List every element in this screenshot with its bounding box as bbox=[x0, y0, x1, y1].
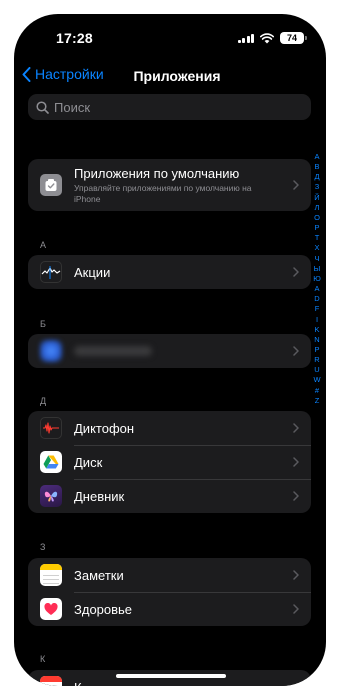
search-input[interactable] bbox=[54, 99, 294, 115]
calendar-icon bbox=[40, 676, 62, 686]
page-title: Приложения bbox=[133, 68, 221, 84]
index-letter[interactable]: P bbox=[314, 345, 319, 355]
status-bar: 17:28 74 bbox=[14, 14, 326, 58]
section-header-z: З bbox=[40, 542, 46, 552]
section-z-group: Заметки Здоровье bbox=[28, 558, 311, 626]
default-apps-group: Приложения по умолчанию Управляйте прило… bbox=[28, 159, 311, 211]
chevron-right-icon bbox=[293, 570, 299, 580]
stocks-icon bbox=[40, 261, 62, 283]
app-row-google-drive[interactable]: Диск bbox=[28, 445, 311, 479]
section-b-group bbox=[28, 334, 311, 368]
index-letter[interactable]: I bbox=[316, 315, 318, 325]
index-letter[interactable]: W bbox=[313, 375, 320, 385]
phone-screen: 17:28 74 Настройки Приложения Поиск Прил… bbox=[14, 14, 326, 686]
google-drive-icon bbox=[40, 451, 62, 473]
section-header-k: К bbox=[40, 654, 46, 664]
app-row-blurred[interactable] bbox=[28, 334, 311, 368]
index-letter[interactable]: З bbox=[315, 182, 320, 192]
voice-memos-icon bbox=[40, 417, 62, 439]
index-letter[interactable]: N bbox=[314, 335, 319, 345]
default-apps-row[interactable]: Приложения по умолчанию Управляйте прило… bbox=[28, 159, 311, 211]
section-a-group: Акции bbox=[28, 255, 311, 289]
status-icons: 74 bbox=[237, 32, 307, 44]
app-row-health[interactable]: Здоровье bbox=[28, 592, 311, 626]
app-row-voice-memos[interactable]: Диктофон bbox=[28, 411, 311, 445]
app-label: Акции bbox=[74, 264, 111, 280]
index-letter[interactable]: О bbox=[314, 213, 320, 223]
app-label: Дневник bbox=[74, 488, 125, 504]
index-letter[interactable]: А bbox=[314, 152, 319, 162]
section-k-group: К bbox=[28, 670, 311, 686]
app-row-notes[interactable]: Заметки bbox=[28, 558, 311, 592]
chevron-right-icon bbox=[293, 491, 299, 501]
default-apps-subtitle: Управляйте приложениями по умолчанию на … bbox=[74, 182, 252, 204]
chevron-right-icon bbox=[293, 423, 299, 433]
index-letter[interactable]: F bbox=[315, 304, 320, 314]
index-letter[interactable]: Л bbox=[315, 203, 320, 213]
search-field[interactable] bbox=[28, 94, 311, 120]
index-letter[interactable]: Ч bbox=[315, 254, 320, 264]
blurred-app-label bbox=[74, 346, 152, 356]
search-icon bbox=[36, 100, 49, 114]
section-header-a: А bbox=[40, 240, 47, 250]
index-letter[interactable]: Ы bbox=[314, 264, 321, 274]
default-apps-icon bbox=[40, 174, 62, 196]
index-letter[interactable]: Д bbox=[314, 172, 319, 182]
wifi-icon bbox=[260, 32, 274, 43]
journal-icon bbox=[40, 485, 62, 507]
app-row-stocks[interactable]: Акции bbox=[28, 255, 311, 289]
blurred-app-icon bbox=[40, 340, 62, 362]
index-letter[interactable]: Р bbox=[314, 223, 319, 233]
status-time: 17:28 bbox=[56, 30, 93, 46]
index-letter[interactable]: R bbox=[314, 355, 319, 365]
index-letter[interactable]: Й bbox=[314, 193, 319, 203]
index-letter[interactable]: Т bbox=[315, 233, 320, 243]
app-label: Диск bbox=[74, 454, 103, 470]
navigation-bar: Настройки Приложения bbox=[14, 66, 326, 90]
index-letter[interactable]: Z bbox=[315, 396, 320, 406]
index-letter[interactable]: U bbox=[314, 365, 319, 375]
home-indicator[interactable] bbox=[116, 674, 226, 678]
section-header-d: Д bbox=[40, 396, 47, 406]
section-header-b: Б bbox=[40, 319, 46, 329]
default-apps-title: Приложения по умолчанию bbox=[74, 165, 240, 181]
section-d-group: Диктофон Диск Дневник bbox=[28, 411, 311, 513]
index-letter[interactable]: K bbox=[314, 325, 319, 335]
app-row-calendar[interactable]: К bbox=[28, 670, 311, 686]
app-label: К bbox=[74, 680, 82, 686]
chevron-right-icon bbox=[293, 267, 299, 277]
app-label: Здоровье bbox=[74, 601, 133, 617]
index-letter[interactable]: Х bbox=[314, 243, 319, 253]
app-label: Диктофон bbox=[74, 420, 135, 436]
index-letter[interactable]: Ю bbox=[313, 274, 321, 284]
battery-icon: 74 bbox=[280, 32, 307, 44]
index-letter[interactable]: В bbox=[314, 162, 319, 172]
chevron-right-icon bbox=[293, 180, 299, 190]
app-label: Заметки bbox=[74, 567, 124, 583]
notes-icon bbox=[40, 564, 62, 586]
index-letter[interactable]: D bbox=[314, 294, 319, 304]
health-icon bbox=[40, 598, 62, 620]
index-letter[interactable]: # bbox=[315, 386, 319, 396]
index-letter[interactable]: А bbox=[314, 284, 319, 294]
chevron-right-icon bbox=[293, 346, 299, 356]
cellular-signal-icon bbox=[237, 33, 254, 43]
chevron-right-icon bbox=[293, 457, 299, 467]
chevron-right-icon bbox=[293, 604, 299, 614]
app-row-journal[interactable]: Дневник bbox=[28, 479, 311, 513]
alphabet-index[interactable]: А В Д З Й Л О Р Т Х Ч Ы Ю А D F I K N P … bbox=[312, 152, 322, 406]
